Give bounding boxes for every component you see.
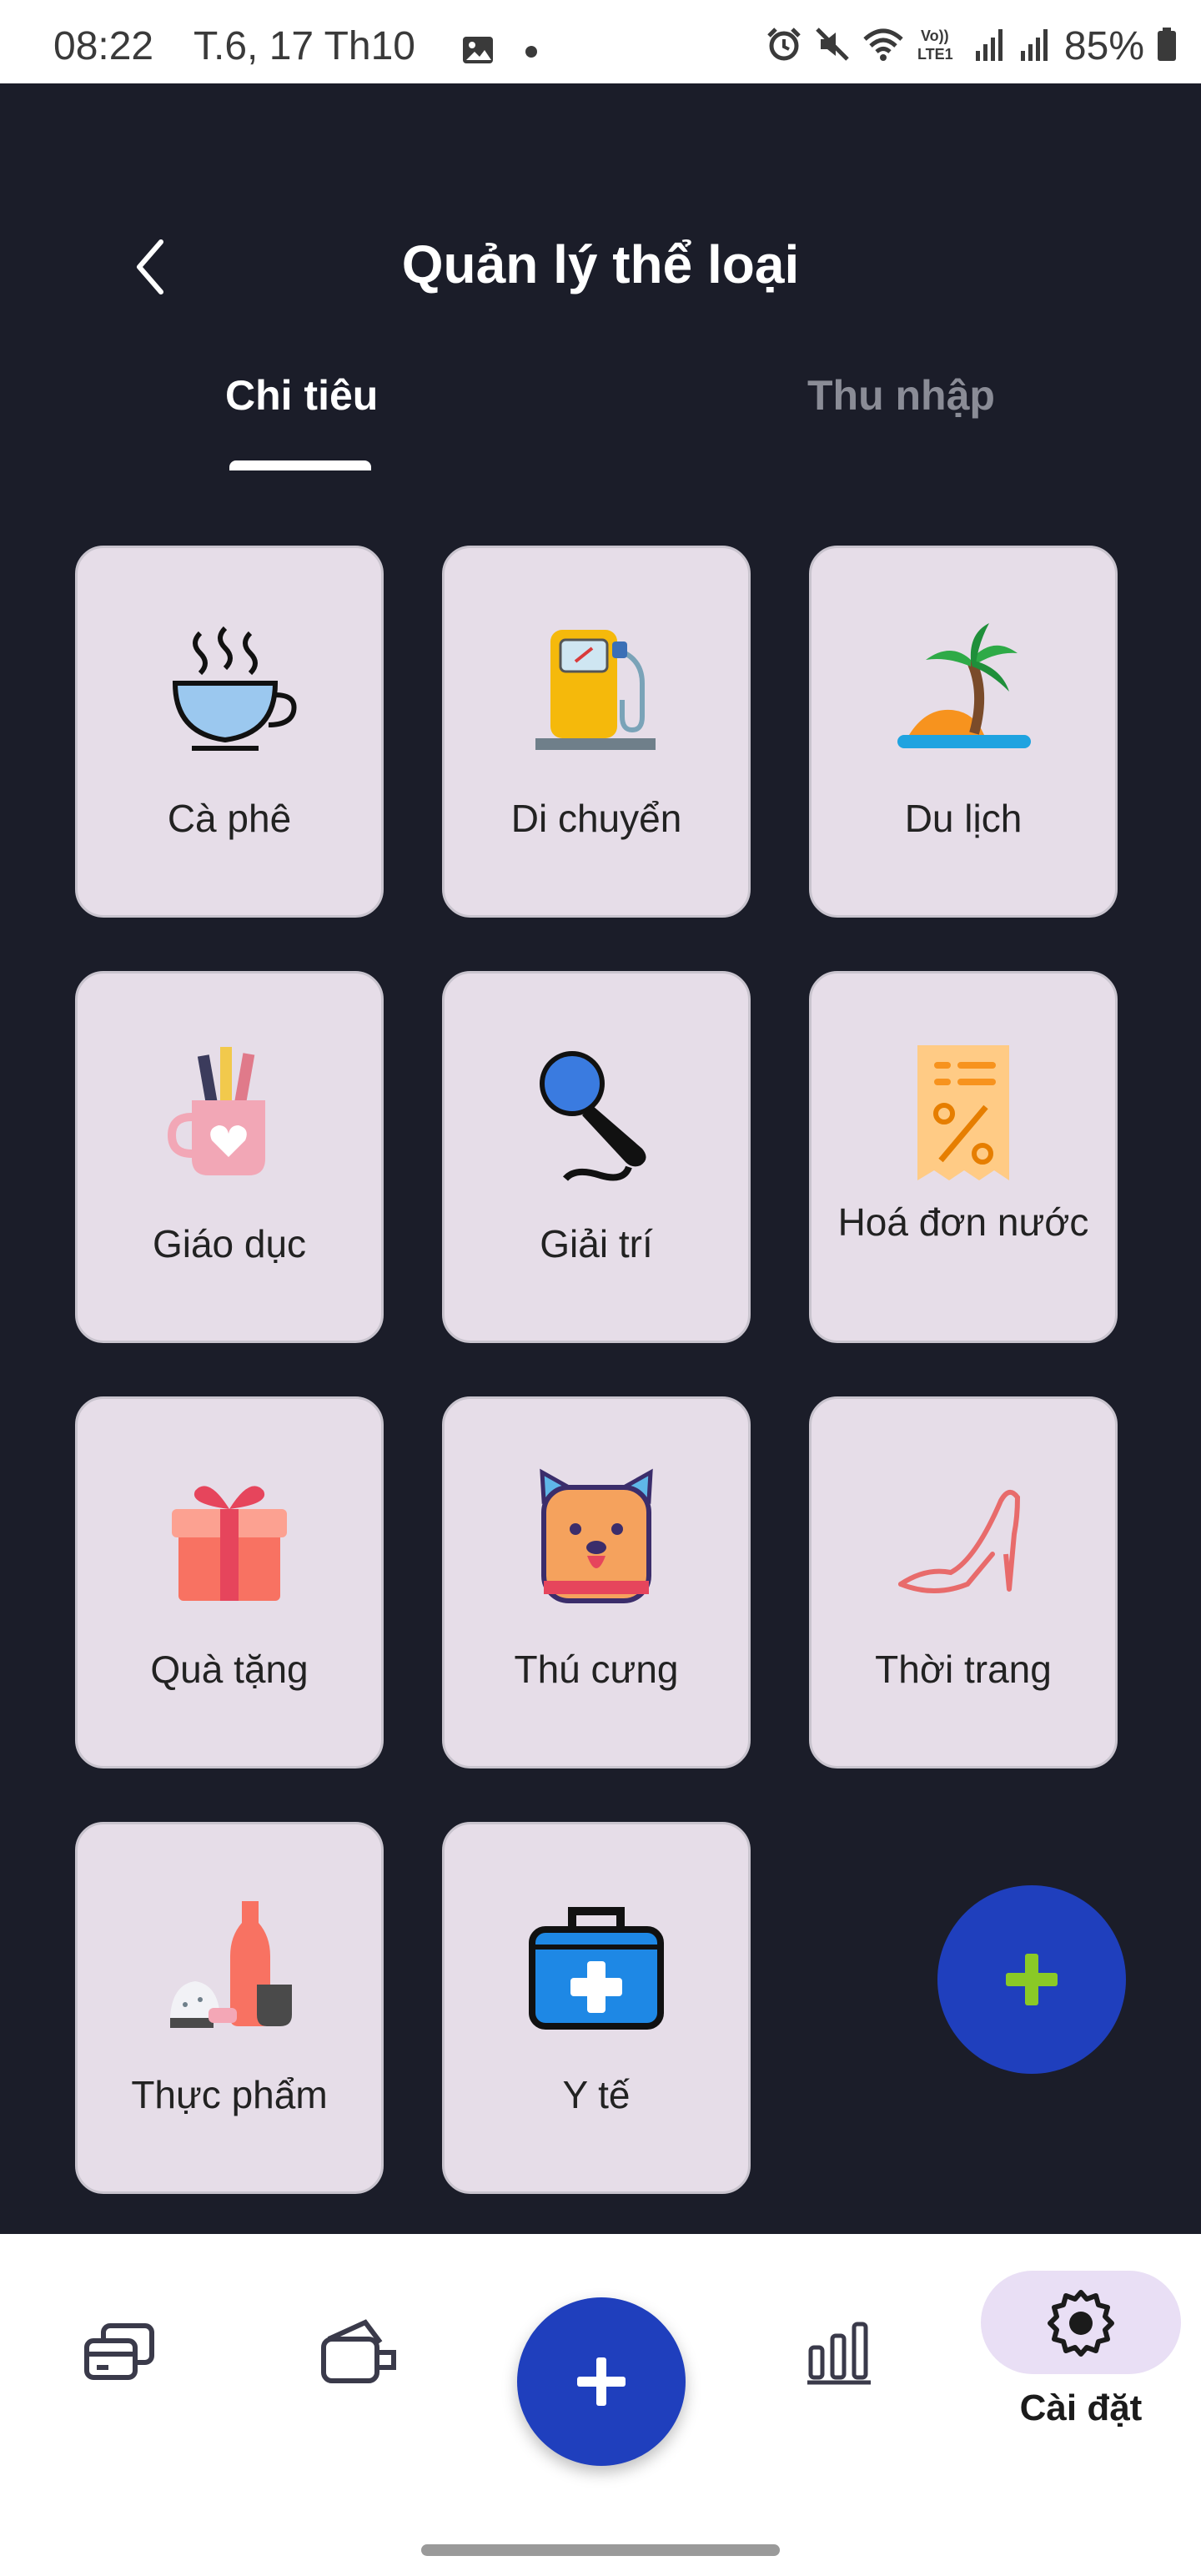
category-label: Thú cưng (514, 1648, 679, 1691)
gift-box-icon (172, 1486, 287, 1601)
category-label: Quà tặng (150, 1648, 309, 1691)
status-date: T.6, 17 Th10 (193, 24, 415, 68)
nav-reports[interactable] (806, 2319, 872, 2390)
plus-icon (1006, 1954, 1058, 2005)
category-label: Thời trang (875, 1648, 1052, 1691)
category-card[interactable]: Y tế (442, 1822, 751, 2194)
home-indicator[interactable] (421, 2544, 780, 2556)
status-bar: 08:22 T.6, 17 Th10 Vo)) LTE1 85% (0, 0, 1201, 83)
high-heel-icon (898, 1490, 1021, 1593)
category-label: Di chuyển (510, 797, 682, 840)
category-card[interactable]: Du lịch (809, 546, 1118, 918)
nav-wallets[interactable] (82, 2319, 157, 2390)
category-label: Cà phê (167, 797, 292, 840)
page-title: Quản lý thể loại (401, 234, 800, 294)
food-bottle-icon (170, 1901, 292, 2028)
fuel-pump-icon (535, 630, 656, 750)
add-category-button[interactable] (937, 1885, 1126, 2074)
wallet-icon (321, 2319, 396, 2383)
category-card[interactable]: Quà tặng (75, 1396, 384, 1768)
category-label: Du lịch (904, 797, 1023, 840)
battery-icon (1156, 26, 1178, 67)
tab-income[interactable]: Thu nhập (807, 371, 995, 420)
receipt-percent-icon (917, 1045, 1009, 1180)
svg-text:LTE1: LTE1 (917, 46, 953, 63)
microphone-icon (540, 1051, 646, 1181)
category-label: Y tế (562, 2073, 631, 2116)
status-icons: Vo)) LTE1 85% (766, 23, 1178, 69)
signal-2-icon (1019, 26, 1053, 67)
gear-icon (1048, 2290, 1114, 2357)
gallery-notification-icon (461, 33, 495, 71)
category-label: Giải trí (540, 1222, 653, 1265)
add-transaction-button[interactable] (517, 2297, 686, 2466)
alarm-icon (766, 26, 802, 67)
category-card[interactable]: Di chuyển (442, 546, 751, 918)
medical-kit-icon (529, 1907, 664, 2030)
mute-icon (814, 26, 851, 67)
wifi-icon (862, 26, 904, 67)
pet-icon (540, 1468, 653, 1603)
nav-settings-label: Cài đặt (1019, 2387, 1143, 2428)
nav-budget[interactable] (317, 2319, 400, 2390)
category-label: Thực phẩm (131, 2073, 328, 2116)
plus-icon (577, 2357, 626, 2406)
active-tab-indicator (229, 460, 371, 470)
category-label: Giáo dục (152, 1222, 307, 1265)
category-card[interactable]: Hoá đơn nước (809, 971, 1118, 1343)
svg-text:Vo)): Vo)) (921, 28, 949, 44)
cards-icon (84, 2323, 154, 2380)
volte-icon: Vo)) LTE1 (916, 26, 962, 67)
category-card[interactable]: Cà phê (75, 546, 384, 918)
category-card[interactable]: Giáo dục (75, 971, 384, 1343)
pencil-cup-icon (167, 1047, 265, 1175)
category-label: Hoá đơn nước (837, 1200, 1089, 1244)
category-card[interactable]: Thú cưng (442, 1396, 751, 1768)
palm-island-icon (897, 623, 1031, 748)
category-card[interactable]: Thời trang (809, 1396, 1118, 1768)
bar-chart-icon (807, 2322, 871, 2385)
nav-settings-icon-wrap[interactable] (1045, 2287, 1117, 2363)
status-time: 08:22 (53, 24, 154, 68)
signal-1-icon (974, 26, 1008, 67)
tab-expense[interactable]: Chi tiêu (225, 371, 378, 420)
notification-dot-icon (525, 46, 537, 58)
battery-percent: 85% (1063, 24, 1144, 68)
category-card[interactable]: Thực phẩm (75, 1822, 384, 2194)
category-card[interactable]: Giải trí (442, 971, 751, 1343)
coffee-cup-icon (172, 626, 297, 751)
